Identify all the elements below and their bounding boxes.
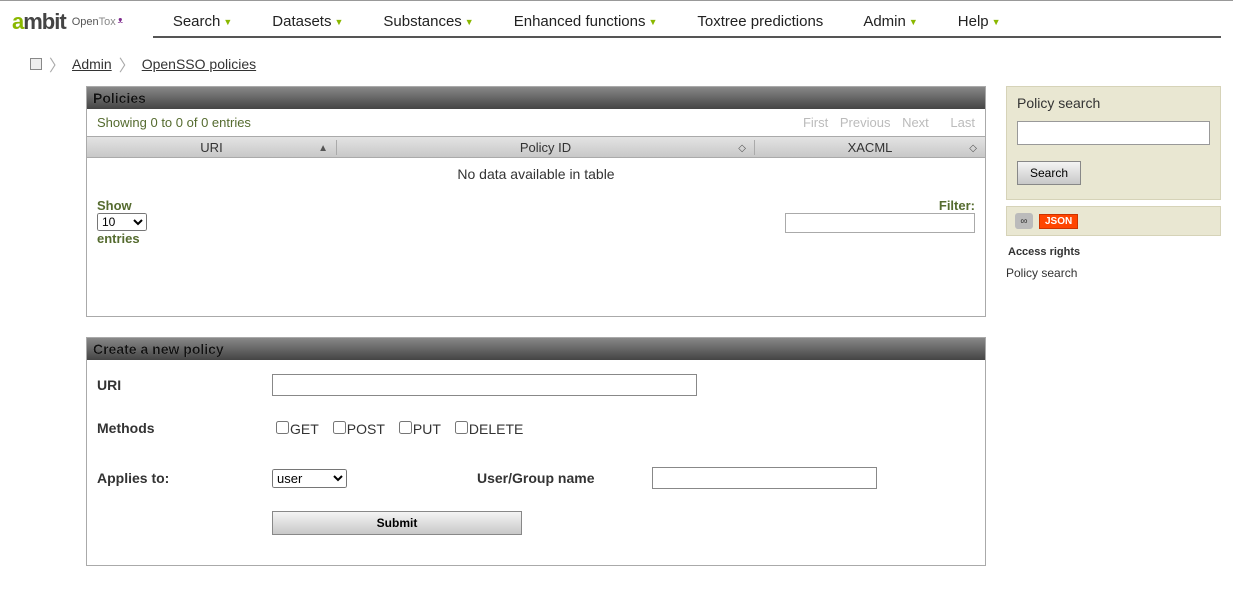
ugname-label: User/Group name [477, 470, 652, 486]
policy-search-box: Policy search Search [1006, 86, 1221, 200]
col-uri[interactable]: URI▲ [87, 140, 337, 155]
logo[interactable]: ambit OpenTox ᵜ [12, 9, 123, 35]
new-policy-panel: Create a new policy URI Methods GET POST… [86, 337, 986, 566]
nav-admin[interactable]: Admin▼ [843, 5, 937, 36]
link-icon[interactable]: ∞ [1015, 213, 1033, 229]
method-put[interactable]: PUT [395, 418, 441, 437]
methods-label: Methods [97, 420, 272, 436]
sort-icon: ◇ [738, 143, 746, 154]
policy-search-link[interactable]: Policy search [1006, 266, 1221, 280]
dropdown-icon: ▼ [992, 17, 1001, 27]
pager-last[interactable]: Last [950, 115, 975, 130]
table-info: Showing 0 to 0 of 0 entries [97, 115, 251, 130]
table-empty: No data available in table [87, 158, 985, 192]
pager-prev[interactable]: Previous [840, 115, 891, 130]
policies-header: Policies [87, 87, 985, 109]
applies-select[interactable]: usergroup [272, 469, 347, 488]
logo-opentox-a: Open [72, 16, 99, 28]
breadcrumb-sep: 〉 [119, 52, 135, 76]
dropdown-icon: ▼ [223, 17, 232, 27]
uri-label: URI [97, 377, 272, 393]
policy-search-input[interactable] [1017, 121, 1210, 145]
breadcrumb: 〉 Admin 〉 OpenSSO policies [0, 38, 1233, 86]
logo-ambit-rest: mbit [23, 9, 65, 34]
top-bar: ambit OpenTox ᵜ Search▼ Datasets▼ Substa… [0, 0, 1233, 38]
nav-enhanced[interactable]: Enhanced functions▼ [494, 5, 678, 36]
nav-search[interactable]: Search▼ [153, 5, 252, 36]
pager-first[interactable]: First [803, 115, 828, 130]
show-select[interactable]: 102550100 [97, 213, 147, 231]
logo-opentox-b: Tox [99, 16, 116, 28]
method-put-check[interactable] [399, 421, 412, 434]
method-delete-check[interactable] [455, 421, 468, 434]
dropdown-icon: ▼ [465, 17, 474, 27]
method-delete[interactable]: DELETE [451, 418, 523, 437]
policies-panel: Policies Showing 0 to 0 of 0 entries Fir… [86, 86, 986, 317]
policy-search-button[interactable]: Search [1017, 161, 1081, 185]
ugname-input[interactable] [652, 467, 877, 489]
filter-label: Filter: [785, 198, 975, 213]
sort-asc-icon: ▲ [318, 143, 328, 154]
breadcrumb-opensso[interactable]: OpenSSO policies [142, 56, 256, 72]
applies-label: Applies to: [97, 470, 272, 486]
main-nav: Search▼ Datasets▼ Substances▼ Enhanced f… [153, 5, 1221, 38]
submit-button[interactable]: Submit [272, 511, 522, 535]
access-rights-label: Access rights [1008, 246, 1221, 258]
method-post[interactable]: POST [329, 418, 385, 437]
filter-input[interactable] [785, 213, 975, 233]
dropdown-icon: ▼ [648, 17, 657, 27]
nav-substances[interactable]: Substances▼ [363, 5, 493, 36]
format-box: ∞ JSON [1006, 206, 1221, 236]
method-post-check[interactable] [333, 421, 346, 434]
nav-datasets[interactable]: Datasets▼ [252, 5, 363, 36]
json-chip[interactable]: JSON [1039, 214, 1078, 229]
butterfly-icon: ᵜ [118, 14, 123, 29]
col-policy-id[interactable]: Policy ID◇ [337, 140, 755, 155]
nav-toxtree[interactable]: Toxtree predictions [677, 5, 843, 36]
nav-help[interactable]: Help▼ [938, 5, 1021, 36]
new-policy-header: Create a new policy [87, 338, 985, 360]
logo-ambit-a: a [12, 9, 23, 34]
sort-icon: ◇ [969, 143, 977, 154]
breadcrumb-admin[interactable]: Admin [72, 56, 112, 72]
uri-input[interactable] [272, 374, 697, 396]
entries-label: entries [97, 231, 147, 246]
policy-search-title: Policy search [1017, 95, 1210, 111]
col-xacml[interactable]: XACML◇ [755, 140, 985, 155]
pager-next[interactable]: Next [902, 115, 929, 130]
table-pager: First Previous Next Last [795, 115, 975, 130]
table-head: URI▲ Policy ID◇ XACML◇ [87, 136, 985, 158]
dropdown-icon: ▼ [334, 17, 343, 27]
home-icon[interactable] [30, 58, 42, 70]
method-get[interactable]: GET [272, 418, 319, 437]
breadcrumb-sep: 〉 [49, 52, 65, 76]
show-label: Show [97, 198, 147, 213]
dropdown-icon: ▼ [909, 17, 918, 27]
method-get-check[interactable] [276, 421, 289, 434]
